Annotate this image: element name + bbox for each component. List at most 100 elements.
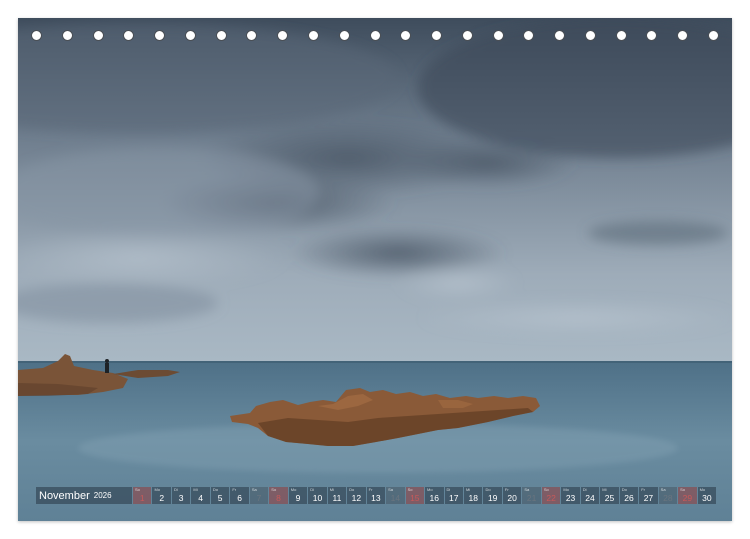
day-cell: Mo 30: [697, 487, 717, 504]
binding-hole: [307, 30, 319, 41]
binding-hole: [369, 30, 381, 41]
day-cell: So 29: [678, 487, 697, 504]
day-number: 30: [702, 492, 712, 503]
day-number: 9: [295, 492, 301, 503]
month-label: November 2026: [36, 487, 132, 504]
weekday-label: Fr: [232, 487, 237, 492]
day-cell: Sa 21: [522, 487, 541, 504]
weekday-label: Mi: [602, 487, 607, 492]
weekday-label: Sa: [388, 487, 393, 492]
day-cell: Di 24: [580, 487, 600, 504]
binding-hole: [492, 30, 504, 41]
weekday-label: Sa: [524, 487, 530, 492]
day-number: 17: [449, 492, 459, 503]
day-cell: Do 26: [619, 487, 639, 504]
weekday-label: Sa: [251, 487, 257, 492]
day-number: 25: [604, 492, 615, 503]
day-number: 8: [276, 492, 281, 503]
binding-hole: [31, 30, 42, 41]
day-cell: Do 5: [210, 487, 230, 504]
binding-hole: [677, 30, 689, 41]
weekday-label: Do: [349, 487, 355, 492]
day-number: 15: [410, 492, 420, 503]
binding-hole: [646, 30, 658, 41]
weekday-label: Fr: [641, 487, 645, 492]
binding-hole: [277, 30, 289, 41]
day-cell: Mi 18: [463, 487, 483, 504]
day-cell: Mo 16: [425, 487, 444, 504]
binding-hole: [554, 30, 566, 41]
month-year: 2026: [93, 491, 112, 500]
day-number: 12: [351, 492, 362, 503]
weekday-label: So: [543, 487, 549, 492]
day-number: 28: [663, 492, 673, 503]
binding-hole: [184, 30, 196, 41]
day-number: 14: [390, 492, 401, 503]
binding-holes: [18, 30, 732, 50]
seascape-photo: [18, 18, 732, 521]
day-cell: Mi 11: [327, 487, 347, 504]
weekday-label: Mo: [427, 487, 433, 492]
day-number: 26: [624, 492, 634, 503]
day-cell: Fr 27: [639, 487, 658, 504]
weekday-label: Fr: [504, 487, 509, 492]
day-cell: Di 17: [444, 487, 463, 504]
day-number: 23: [565, 492, 576, 503]
weekday-label: Di: [446, 487, 451, 492]
day-cell: So 8: [269, 487, 288, 504]
binding-hole: [431, 30, 443, 41]
binding-hole: [584, 30, 596, 41]
day-number: 21: [526, 492, 537, 503]
day-number: 20: [507, 492, 517, 503]
day-number: 5: [217, 492, 223, 503]
day-cell: Fr 6: [230, 487, 249, 504]
weekday-label: Di: [582, 487, 587, 492]
day-cells: So 1 Mo 2 Di 3 Mi 4 Do 5 Fr 6 Sa 7 So 8 Mo 9 Di 10 Mi 11 Do 12 F…: [133, 487, 717, 504]
binding-hole: [338, 30, 350, 41]
binding-hole: [92, 30, 104, 41]
day-number: 19: [487, 492, 498, 503]
binding-hole: [461, 30, 473, 41]
weekday-label: Mi: [193, 487, 198, 492]
day-cell: Di 3: [171, 487, 191, 504]
day-number: 1: [139, 492, 145, 503]
day-number: 4: [198, 492, 203, 503]
binding-hole: [400, 30, 412, 41]
day-cell: So 1: [133, 487, 152, 504]
binding-hole: [123, 30, 135, 41]
day-number: 22: [546, 492, 556, 503]
day-number: 27: [643, 492, 654, 503]
weekday-label: Mo: [290, 487, 297, 492]
weekday-label: Do: [485, 487, 491, 492]
day-number: 2: [159, 492, 165, 503]
day-number: 3: [178, 492, 184, 503]
day-number: 18: [468, 492, 478, 503]
weekday-label: So: [271, 487, 277, 492]
day-number: 10: [312, 492, 323, 503]
day-cell: Sa 28: [658, 487, 678, 504]
weekday-label: Do: [212, 487, 218, 492]
weekday-label: So: [135, 487, 140, 492]
day-number: 7: [256, 492, 262, 503]
fisherman-figure: [105, 359, 109, 373]
day-cell: Mo 9: [288, 487, 308, 504]
binding-hole: [246, 30, 258, 41]
weekday-label: Mo: [154, 487, 161, 492]
day-cell: Di 10: [308, 487, 327, 504]
weekday-label: Mo: [563, 487, 569, 492]
day-number: 29: [682, 492, 693, 503]
weekday-label: Sa: [660, 487, 666, 492]
day-number: 11: [332, 492, 342, 503]
day-cell: So 22: [541, 487, 561, 504]
month-name: November: [39, 489, 90, 502]
weekday-label: Mo: [699, 487, 706, 492]
binding-hole: [61, 30, 73, 41]
day-cell: Do 19: [483, 487, 502, 504]
day-cell: So 15: [405, 487, 425, 504]
weekday-label: So: [680, 487, 686, 492]
binding-hole: [215, 30, 227, 41]
calendar-page: November 2026 So 1 Mo 2 Di 3 Mi 4 Do 5 Fr 6 Sa 7 So 8 Mo…: [0, 0, 750, 539]
day-number: 24: [585, 492, 595, 503]
day-cell: Mo 2: [152, 487, 171, 504]
day-cell: Fr 13: [366, 487, 386, 504]
